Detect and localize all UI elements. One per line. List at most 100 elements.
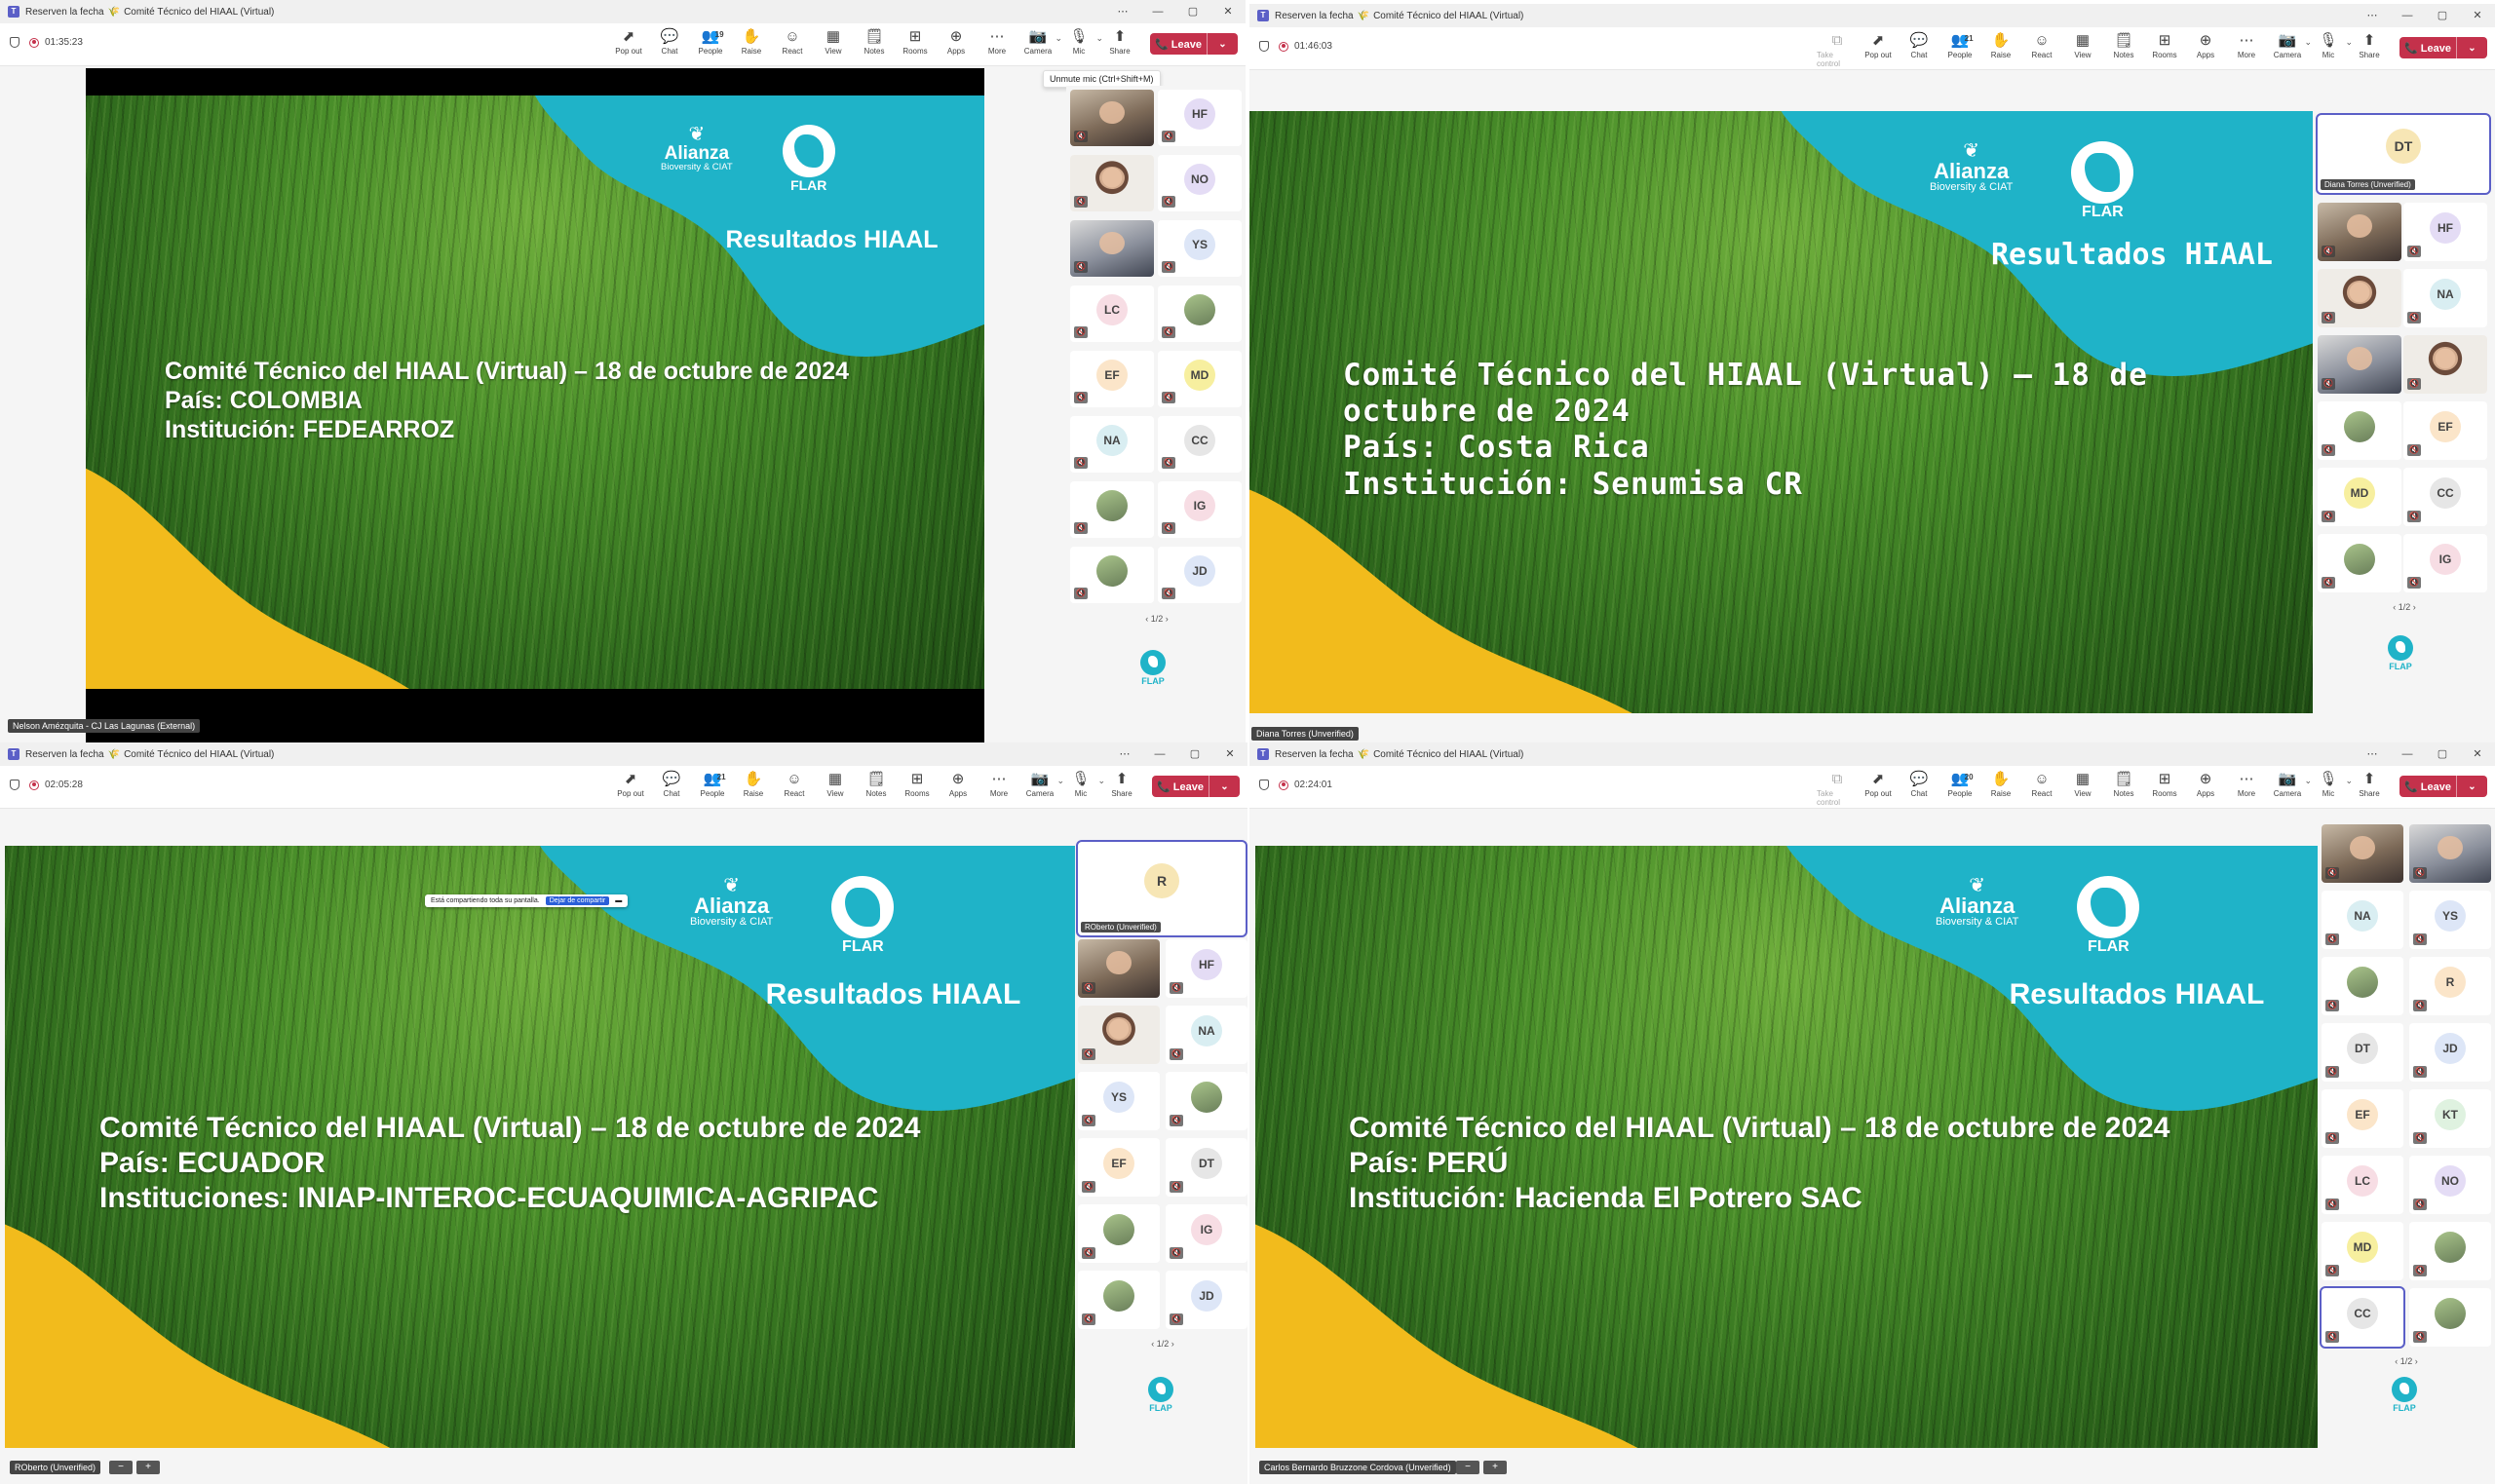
close-icon[interactable]: ✕ [2460,742,2495,766]
participant-tile[interactable]: 🔇 [1158,285,1242,342]
more-options-icon[interactable]: ⋯ [2355,742,2390,766]
more-options-icon[interactable]: ⋯ [1105,0,1140,23]
take-control-button[interactable]: ⧉ Take control [1817,31,1858,68]
rooms-button[interactable]: ⊞ Rooms [2144,770,2185,798]
participant-tile[interactable]: YS 🔇 [1078,1072,1160,1130]
share-button[interactable]: ⬆ Share [1101,770,1142,798]
raise-button[interactable]: ✋ Raise [733,770,774,798]
participant-tile[interactable]: 🔇 [1070,481,1154,538]
more-button[interactable]: ⋯ More [979,770,1019,798]
take-control-button[interactable]: ⧉ Take control [1817,770,1858,807]
participant-tile[interactable]: 🔇 [1078,939,1160,998]
participant-tile[interactable]: MD 🔇 [1158,351,1242,407]
view-button[interactable]: ▦ View [2062,770,2103,798]
close-icon[interactable]: ✕ [2460,4,2495,27]
chevron-down-icon[interactable]: ⌄ [1208,39,1238,50]
participant-tile[interactable]: R 🔇 [2409,957,2491,1015]
participant-tile[interactable]: MD 🔇 [2322,1222,2403,1280]
mic-button[interactable]: 🎙 Mic ⌄ [1058,27,1103,56]
notes-button[interactable]: 🗒 Notes [856,770,897,798]
participant-tile[interactable]: 🔇 [1070,547,1154,603]
gallery-pager[interactable]: ‹ 1/2 › [1070,614,1244,624]
participant-tile[interactable]: MD 🔇 [2318,468,2401,526]
apps-button[interactable]: ⊕ Apps [2185,770,2226,798]
participant-tile[interactable]: 🔇 [1070,90,1154,146]
participant-tile[interactable]: CC 🔇 [2320,1286,2405,1349]
participant-tile[interactable]: 🔇 [1078,1006,1160,1064]
participant-tile[interactable]: JD 🔇 [2409,1023,2491,1082]
participant-tile[interactable]: 🔇 [2409,1222,2491,1280]
next-page-icon[interactable]: › [1163,614,1169,624]
people-button[interactable]: 👥 20 People [1939,770,1980,798]
gallery-pager[interactable]: ‹ 1/2 › [1078,1339,1248,1349]
participant-tile[interactable]: 🔇 [1078,1271,1160,1329]
mic-button[interactable]: 🎙 Mic ⌄ [2308,770,2353,798]
view-button[interactable]: ▦ View [2062,31,2103,59]
next-page-icon[interactable]: › [1169,1339,1174,1349]
raise-button[interactable]: ✋ Raise [1980,31,2021,59]
participant-tile[interactable]: EF 🔇 [2403,401,2487,460]
participant-tile[interactable]: 🔇 [2403,335,2487,394]
participant-tile[interactable]: 🔇 [1070,155,1154,211]
camera-button[interactable]: 📷 Camera ⌄ [2267,770,2312,798]
chat-button[interactable]: 💬 Chat [649,27,690,56]
participant-tile[interactable]: JD 🔇 [1166,1271,1248,1329]
zoom-in-button[interactable]: + [1483,1461,1507,1474]
participant-tile[interactable]: HF 🔇 [1166,939,1248,998]
participant-tile[interactable]: 🔇 [2409,824,2491,883]
participant-tile[interactable]: CC 🔇 [2403,468,2487,526]
leave-button[interactable]: 📞 Leave ⌄ [1152,776,1240,797]
participant-tile[interactable]: IG 🔇 [2403,534,2487,592]
react-button[interactable]: ☺ React [2021,31,2062,59]
apps-button[interactable]: ⊕ Apps [2185,31,2226,59]
react-button[interactable]: ☺ React [772,27,813,56]
notes-button[interactable]: 🗒 Notes [2103,770,2144,798]
chevron-down-icon[interactable]: ⌄ [2457,43,2487,54]
next-page-icon[interactable]: › [2410,602,2416,612]
participant-tile[interactable]: NA 🔇 [1166,1006,1248,1064]
participant-tile[interactable]: YS 🔇 [1158,220,1242,277]
participant-tile[interactable]: DT 🔇 [1166,1138,1248,1197]
mic-button[interactable]: 🎙 Mic ⌄ [1060,770,1105,798]
participant-tile[interactable]: YS 🔇 [2409,891,2491,949]
participant-tile[interactable]: NA 🔇 [2403,269,2487,327]
share-button[interactable]: ⬆ Share [2349,31,2390,59]
people-button[interactable]: 👥 21 People [1939,31,1980,59]
participant-tile[interactable]: 🔇 [2318,534,2401,592]
react-button[interactable]: ☺ React [2021,770,2062,798]
chevron-down-icon[interactable]: ⌄ [2457,781,2487,792]
participant-tile[interactable]: LC 🔇 [2322,1156,2403,1214]
more-button[interactable]: ⋯ More [2226,31,2267,59]
rooms-button[interactable]: ⊞ Rooms [897,770,938,798]
share-button[interactable]: ⬆ Share [1099,27,1140,56]
participant-tile[interactable]: EF 🔇 [1078,1138,1160,1197]
camera-button[interactable]: 📷 Camera ⌄ [1017,27,1062,56]
participant-tile[interactable]: IG 🔇 [1166,1204,1248,1263]
next-page-icon[interactable]: › [2412,1356,2418,1366]
minimize-icon[interactable]: — [2390,4,2425,27]
participant-tile[interactable]: EF 🔇 [2322,1089,2403,1148]
minimize-icon[interactable]: — [1142,742,1177,766]
participant-tile[interactable]: JD 🔇 [1158,547,1242,603]
leave-button[interactable]: 📞 Leave ⌄ [2399,776,2487,797]
gallery-pager[interactable]: ‹ 1/2 › [2318,602,2491,612]
leave-button[interactable]: 📞 Leave ⌄ [2399,37,2487,58]
close-icon[interactable]: ✕ [1210,0,1246,23]
chat-button[interactable]: 💬 Chat [1899,770,1939,798]
participant-tile[interactable]: NA 🔇 [1070,416,1154,473]
maximize-icon[interactable]: ▢ [1177,742,1212,766]
participant-tile[interactable]: 🔇 [2318,269,2401,327]
maximize-icon[interactable]: ▢ [2425,4,2460,27]
leave-button[interactable]: 📞 Leave ⌄ [1150,33,1238,55]
participant-tile[interactable]: IG 🔇 [1158,481,1242,538]
people-button[interactable]: 👥 21 People [692,770,733,798]
more-button[interactable]: ⋯ More [977,27,1017,56]
participant-tile[interactable]: HF 🔇 [2403,203,2487,261]
minimize-icon[interactable]: — [2390,742,2425,766]
camera-button[interactable]: 📷 Camera ⌄ [2267,31,2312,59]
participant-tile[interactable]: 🔇 [1166,1072,1248,1130]
participant-tile[interactable]: 🔇 [2322,957,2403,1015]
raise-button[interactable]: ✋ Raise [731,27,772,56]
people-button[interactable]: 👥 19 People [690,27,731,56]
participant-tile[interactable]: NO 🔇 [2409,1156,2491,1214]
